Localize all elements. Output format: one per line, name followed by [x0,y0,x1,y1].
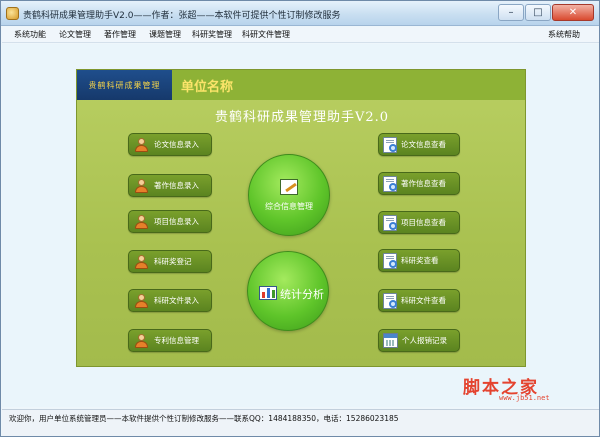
window-title: 贵鹤科研成果管理助手V2.0——作者：张超——本软件可提供个性订制修改服务 [23,11,341,21]
watermark-url: www.jb51.net [499,394,550,402]
paper-view-button[interactable]: 论文信息查看 [378,133,460,156]
menu-book-management[interactable]: 著作管理 [104,29,136,40]
document-search-icon [383,252,397,269]
button-label: 专利信息管理 [154,336,199,345]
banner-logo-text: 贵鹤科研成果管理 [88,80,161,90]
menu-system-functions[interactable]: 系统功能 [14,29,46,40]
reimbursement-record-button[interactable]: 个人报销记录 [378,329,460,352]
award-registration-button[interactable]: 科研奖登记 [128,250,212,273]
menu-file-management[interactable]: 科研文件管理 [242,29,290,40]
button-label: 著作信息录入 [154,181,199,190]
maximize-button[interactable]: □ [525,4,551,21]
button-label: 科研奖查看 [401,256,439,265]
person-icon [133,214,150,229]
statistics-label: 统计分析 [280,288,324,301]
menu-project-management[interactable]: 课题管理 [149,29,181,40]
app-window: 贵鹤科研成果管理助手V2.0——作者：张超——本软件可提供个性订制修改服务 – … [0,0,600,437]
document-search-icon [383,292,397,309]
button-label: 科研文件查看 [401,296,446,305]
status-text: 欢迎你，用户单位系统管理员——本软件提供个性订制修改服务——联系QQ：14841… [9,414,399,423]
main-panel: 贵鹤科研成果管理 单位名称 贵鹤科研成果管理助手V2.0 论文信息录入 著作信息… [76,69,526,367]
person-icon [133,333,150,348]
document-search-icon [383,175,397,192]
menu-paper-management[interactable]: 论文管理 [59,29,91,40]
info-management-label: 综合信息管理 [265,202,313,211]
book-entry-button[interactable]: 著作信息录入 [128,174,212,197]
button-label: 论文信息查看 [401,140,446,149]
project-entry-button[interactable]: 项目信息录入 [128,210,212,233]
document-search-icon [383,136,397,153]
app-logo-icon [6,7,19,20]
calendar-icon [383,333,398,348]
minimize-button[interactable]: – [498,4,524,21]
menu-award-management[interactable]: 科研奖管理 [192,29,232,40]
person-icon [133,178,150,193]
site-watermark: 脚本之家 www.jb51.net [463,373,550,402]
document-search-icon [383,214,397,231]
statistics-button[interactable]: 统计分析 [247,251,329,331]
menu-help[interactable]: 系统帮助 [548,29,580,40]
button-label: 项目信息录入 [154,217,199,226]
paper-entry-button[interactable]: 论文信息录入 [128,133,212,156]
button-label: 论文信息录入 [154,140,199,149]
project-view-button[interactable]: 项目信息查看 [378,211,460,234]
person-icon [133,137,150,152]
edit-icon [280,179,298,195]
menu-bar: 系统功能 论文管理 著作管理 课题管理 科研奖管理 科研文件管理 系统帮助 [2,27,599,43]
button-label: 个人报销记录 [402,336,447,345]
patent-management-button[interactable]: 专利信息管理 [128,329,212,352]
title-bar[interactable]: 贵鹤科研成果管理助手V2.0——作者：张超——本软件可提供个性订制修改服务 – … [1,1,599,26]
person-icon [133,293,150,308]
banner: 贵鹤科研成果管理 单位名称 [77,70,525,100]
book-view-button[interactable]: 著作信息查看 [378,172,460,195]
person-icon [133,254,150,269]
close-button[interactable]: ✕ [552,4,594,21]
organization-name: 单位名称 [181,80,234,95]
button-label: 科研文件录入 [154,296,199,305]
button-label: 项目信息查看 [401,218,446,227]
award-view-button[interactable]: 科研奖查看 [378,249,460,272]
button-label: 著作信息查看 [401,179,446,188]
file-view-button[interactable]: 科研文件查看 [378,289,460,312]
app-heading: 贵鹤科研成果管理助手V2.0 [214,110,390,125]
button-label: 科研奖登记 [154,257,192,266]
info-management-button[interactable]: 综合信息管理 [248,154,330,236]
window-controls: – □ ✕ [497,4,594,21]
status-bar: 欢迎你，用户单位系统管理员——本软件提供个性订制修改服务——联系QQ：14841… [2,409,599,436]
file-entry-button[interactable]: 科研文件录入 [128,289,212,312]
banner-logo: 贵鹤科研成果管理 [77,70,172,100]
